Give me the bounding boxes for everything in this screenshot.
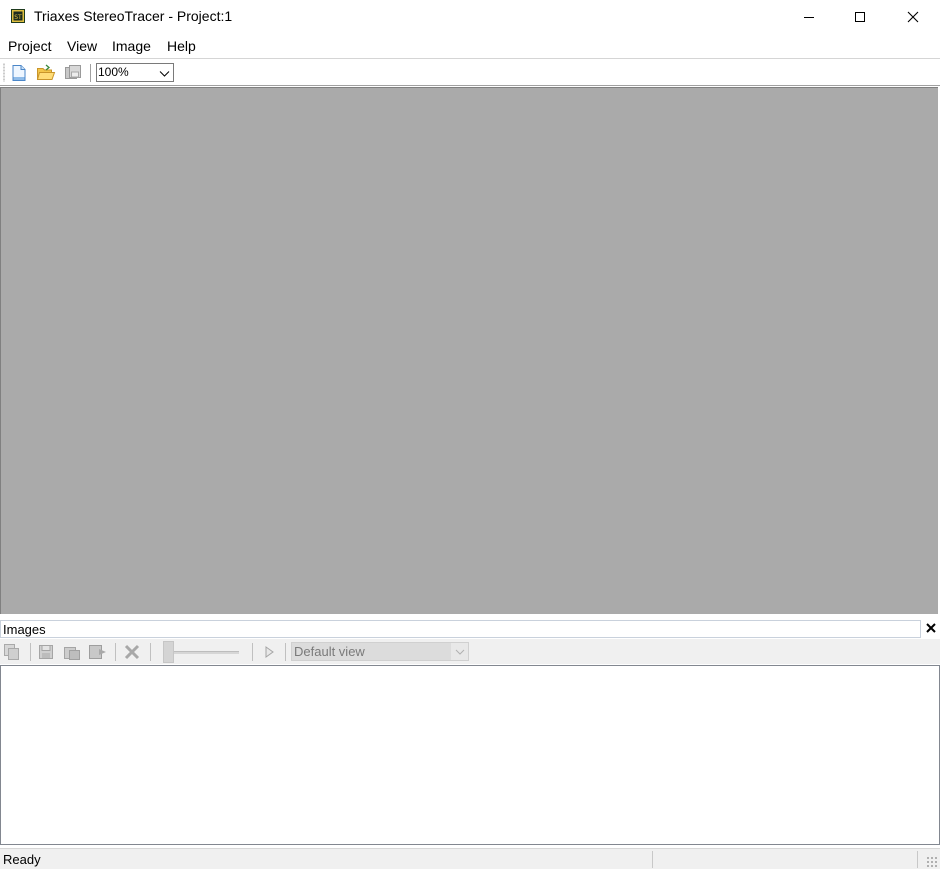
new-project-button[interactable] [8, 62, 30, 84]
delete-image-button[interactable] [121, 641, 143, 663]
view-mode-select[interactable]: Default view [291, 642, 469, 661]
toolbar-grip[interactable] [3, 63, 5, 82]
status-bar: Ready [0, 848, 940, 869]
save-image-button[interactable] [35, 641, 57, 663]
chevron-down-icon [451, 643, 468, 660]
toolbar-separator [285, 643, 286, 661]
open-folder-icon [36, 64, 56, 80]
slider-thumb[interactable] [163, 641, 174, 663]
toolbar-separator [252, 643, 253, 661]
maximize-button[interactable] [837, 0, 883, 33]
title-bar: ST Triaxes StereoTracer - Project:1 [0, 0, 940, 33]
images-list[interactable] [0, 665, 940, 845]
images-panel-title: Images [3, 622, 46, 637]
menu-view[interactable]: View [67, 38, 97, 54]
images-panel-header: Images [0, 620, 921, 638]
status-divider [917, 851, 918, 868]
copy-icon [4, 644, 19, 660]
chevron-down-icon [159, 67, 170, 78]
toolbar-separator [150, 643, 151, 661]
maximize-icon [855, 11, 865, 22]
resize-grip-icon[interactable] [926, 856, 938, 868]
play-button[interactable] [258, 641, 280, 663]
delete-icon [124, 644, 140, 660]
save-icon [39, 645, 53, 659]
window-title: Triaxes StereoTracer - Project:1 [34, 8, 233, 24]
new-document-icon [12, 65, 26, 81]
zoom-value: 100% [98, 65, 129, 79]
close-icon [926, 623, 936, 633]
svg-text:ST: ST [14, 14, 22, 21]
save-project-button[interactable] [62, 62, 84, 84]
slider-track [171, 651, 239, 654]
frame-slider[interactable] [163, 641, 243, 663]
copy-image-button[interactable] [1, 641, 23, 663]
image-workspace[interactable] [0, 87, 938, 614]
close-button[interactable] [890, 0, 936, 33]
menu-project[interactable]: Project [8, 38, 52, 54]
zoom-select[interactable]: 100% [96, 63, 174, 82]
toolbar-separator [90, 64, 91, 82]
menu-bar: Project View Image Help [0, 34, 940, 58]
status-divider [652, 851, 653, 868]
images-panel-close-button[interactable] [924, 621, 938, 635]
save-disk-icon [65, 65, 81, 79]
toolbar-divider [0, 85, 940, 86]
toolbar-separator [30, 643, 31, 661]
images-toolbar: Default view [0, 639, 940, 664]
minimize-icon [804, 16, 814, 18]
play-icon [265, 646, 274, 658]
status-text: Ready [3, 852, 41, 867]
export-icon [89, 645, 106, 659]
export-image-button[interactable] [87, 641, 109, 663]
view-mode-value: Default view [294, 644, 365, 659]
menu-image[interactable]: Image [112, 38, 151, 54]
toolbar-separator [115, 643, 116, 661]
close-icon [907, 11, 919, 22]
app-icon: ST [10, 8, 26, 24]
open-project-button[interactable] [35, 62, 57, 84]
minimize-button[interactable] [786, 0, 832, 33]
menu-help[interactable]: Help [167, 38, 196, 54]
duplicate-icon [64, 647, 80, 660]
duplicate-image-button[interactable] [61, 641, 83, 663]
